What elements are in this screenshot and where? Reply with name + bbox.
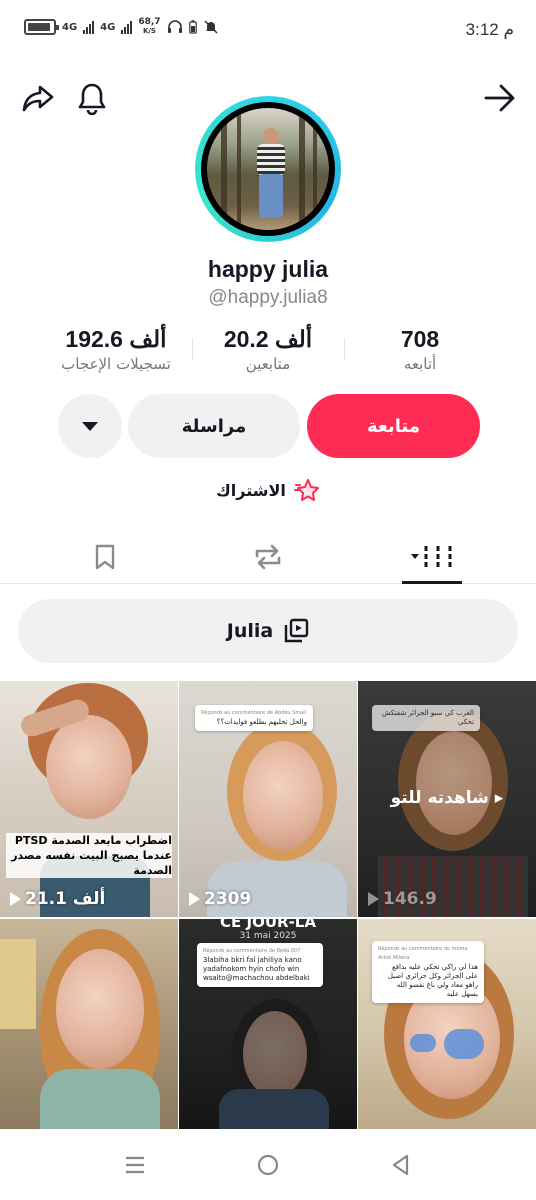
video-thumbnail[interactable]: Réponds au commentaire de moma Artist Mi… [358, 919, 536, 1129]
chevron-down-icon [82, 421, 98, 431]
battery-icon [24, 19, 59, 35]
subscribe-link[interactable]: الاشتراك [0, 478, 536, 502]
message-button[interactable]: مراسلة [128, 394, 300, 458]
followers-stat[interactable]: 20.2 ألف متابعين [192, 326, 344, 380]
view-count: 21.1 ألف [10, 889, 105, 909]
comment-reply-card: Réponds au commentaire de moma Artist Mi… [372, 941, 484, 1003]
tab-saved[interactable] [75, 530, 135, 584]
banner-date: 31 mai 2025 [239, 931, 297, 941]
view-count: 146.9 [368, 889, 437, 909]
playlist-button[interactable]: Julia [18, 599, 518, 663]
network-type-2: 4G [100, 21, 116, 33]
view-count: 2309 [189, 889, 251, 909]
follow-button[interactable]: متابعة [307, 394, 480, 458]
video-thumbnail[interactable]: اضطراب مابعد الصدمة PTSD عندما يصبح البي… [0, 681, 178, 917]
video-thumbnail[interactable]: Réponds au commentaire de Abdou Smail وا… [179, 681, 357, 917]
comment-reply-card: Réponds au commentaire de Abdou Smail وا… [195, 705, 313, 731]
net-speed: 68,7 K/S [138, 17, 161, 36]
video-thumbnail[interactable] [0, 919, 178, 1129]
avatar-photo [207, 108, 329, 230]
mute-bell-icon [204, 20, 218, 34]
system-nav-bar [0, 1132, 536, 1200]
small-battery-icon [188, 20, 197, 34]
video-thumbnail[interactable]: CE JOUR-LA 31 mai 2025 Réponds au commen… [179, 919, 357, 1129]
profile-stats: 192.6 ألف تسجيلات الإعجاب 20.2 ألف متابع… [40, 326, 496, 380]
videos-grid-icon [411, 546, 452, 568]
content-tabs [0, 530, 536, 584]
play-icon [10, 892, 21, 906]
likes-stat[interactable]: 192.6 ألف تسجيلات الإعجاب [40, 326, 192, 380]
menu-icon[interactable] [117, 1150, 153, 1180]
status-icons: 4G 4G 68,7 K/S [24, 18, 219, 36]
status-bar: 4G 4G 68,7 K/S 3:12 م [0, 0, 536, 60]
profile-actions: مراسلة متابعة [58, 394, 480, 458]
username: @happy.julia8 [208, 287, 328, 308]
repost-icon [255, 544, 281, 570]
signal-icon-2 [121, 20, 133, 34]
play-icon [189, 892, 200, 906]
home-circle-icon[interactable] [250, 1150, 286, 1180]
video-grid: اضطراب مابعد الصدمة PTSD عندما يصبح البي… [0, 681, 536, 1129]
headphones-icon [167, 20, 182, 33]
avatar[interactable] [195, 96, 341, 242]
comment-reply-card: Réponds au commentaire de Reda.007 3labi… [197, 943, 323, 987]
video-thumbnail[interactable]: الغرب كي سبو الجزائر شفتكش تحكي شاهدته ل… [358, 681, 536, 917]
bookmark-icon [95, 544, 115, 570]
display-name: happy julia [207, 256, 329, 282]
more-options-button[interactable] [58, 394, 122, 458]
banner-title: CE JOUR-LA [220, 919, 316, 931]
playlist-icon [285, 618, 309, 643]
video-caption: اضطراب مابعد الصدمة PTSD عندما يصبح البي… [6, 833, 172, 878]
subscribe-star-icon [293, 479, 319, 501]
signal-icon [83, 20, 95, 34]
active-tab-indicator [402, 581, 462, 584]
just-watched-badge: شاهدته للتو ▸ [390, 788, 504, 808]
back-triangle-icon[interactable] [383, 1150, 419, 1180]
play-icon [368, 892, 379, 906]
comment-reply-card: الغرب كي سبو الجزائر شفتكش تحكي [372, 705, 480, 731]
bell-icon[interactable] [70, 76, 114, 120]
status-time: 3:12 م [465, 20, 514, 39]
following-stat[interactable]: 708 أتابعه [344, 326, 496, 380]
network-type-1: 4G [62, 21, 78, 33]
arrow-right-icon[interactable] [478, 76, 522, 120]
tab-videos[interactable] [402, 530, 462, 584]
tab-reposts[interactable] [238, 530, 298, 584]
share-arrow-icon[interactable] [16, 76, 60, 120]
